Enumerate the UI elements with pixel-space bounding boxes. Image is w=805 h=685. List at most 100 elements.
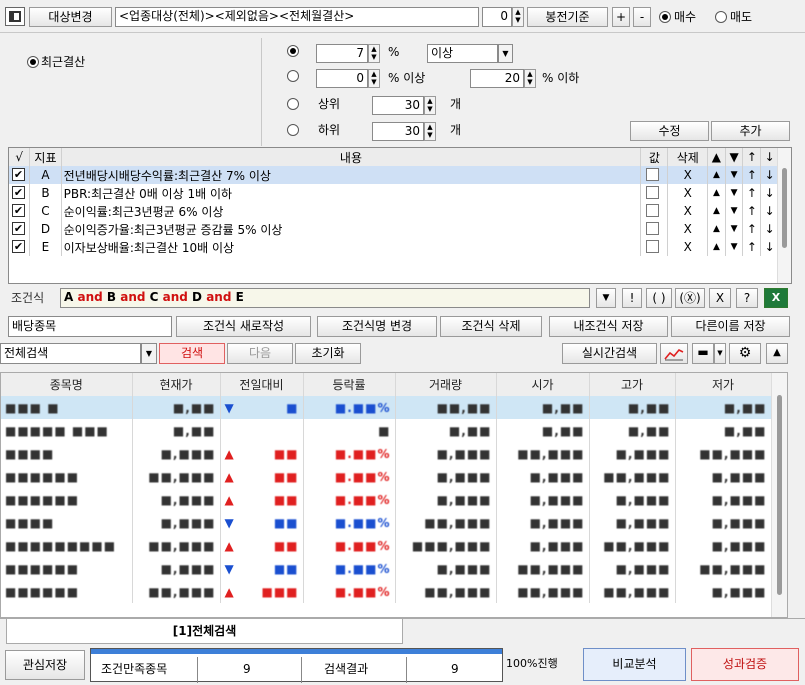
delete-condition-button[interactable]: 조건식 삭제 xyxy=(440,316,542,337)
move-top-icon[interactable]: ↑ xyxy=(742,166,762,184)
condition-checkbox[interactable]: ✔ xyxy=(12,222,25,235)
result-row[interactable]: ■■■■ ■,■■■ ▼ ■■ ■.■■% ■■,■■■ ■,■■■ ■,■■■ ■,■■■ xyxy=(1,511,772,534)
option2-radio[interactable] xyxy=(287,70,299,82)
move-up-icon[interactable]: ▲ xyxy=(707,220,726,238)
result-row[interactable]: ■■■■■■ ■■,■■■ ▲ ■■■ ■.■■% ■■,■■■ ■■,■■■ ■■,■■■ ■… xyxy=(1,580,772,603)
move-up-icon[interactable]: ▲ xyxy=(707,202,726,220)
sell-radio[interactable] xyxy=(715,11,727,23)
save-as-button[interactable]: 다른이름 저장 xyxy=(671,316,790,337)
header-prev-change[interactable]: 전일대비 xyxy=(220,373,304,396)
count-spinner[interactable]: ▲ ▼ xyxy=(512,7,524,27)
header-high[interactable]: 고가 xyxy=(589,373,676,396)
result-row[interactable]: ■■■■ ■,■■■ ▲ ■■ ■.■■% ■,■■■ ■■,■■■ ■,■■■ ■■,■■■ xyxy=(1,442,772,465)
save-condition-button[interactable]: 내조건식 저장 xyxy=(549,316,668,337)
list-menu-icon[interactable]: ▬ xyxy=(692,343,714,364)
value1-spinner[interactable]: ▲ ▼ xyxy=(368,44,380,63)
condition-row[interactable]: ✔ B PBR:최근결산 0배 이상 1배 이하 X ▲ ▼ ↑ ↓ xyxy=(9,184,779,202)
condition-row[interactable]: ✔ A 전년배당시배당수익률:최근결산 7% 이상 X ▲ ▼ ↑ ↓ xyxy=(9,166,779,184)
value2-from-input[interactable]: 0 xyxy=(316,69,368,88)
minus-button[interactable]: - xyxy=(633,7,651,27)
move-top-icon[interactable]: ↑ xyxy=(742,220,762,238)
recent-settlement-radio[interactable] xyxy=(27,56,39,68)
chevron-down-icon[interactable]: ▼ xyxy=(141,343,157,364)
result-row[interactable]: ■■■■■■ ■■,■■■ ▲ ■■ ■.■■% ■,■■■ ■,■■■ ■■,■■■ ■,■■… xyxy=(1,465,772,488)
value1-input[interactable]: 7 xyxy=(316,44,368,63)
header-open[interactable]: 시가 xyxy=(496,373,590,396)
rename-condition-button[interactable]: 조건식명 변경 xyxy=(317,316,437,337)
results-scrollbar[interactable] xyxy=(771,373,787,617)
header-price[interactable]: 현재가 xyxy=(132,373,221,396)
condition-row[interactable]: ✔ C 순이익률:최근3년평균 6% 이상 X ▲ ▼ ↑ ↓ xyxy=(9,202,779,220)
result-row[interactable]: ■■■■■■■■■ ■■,■■■ ▲ ■■ ■.■■% ■■■,■■■ ■,■■■ ■■,■■… xyxy=(1,534,772,557)
paren-button[interactable]: ( ) xyxy=(646,288,672,308)
condition-delete[interactable]: X xyxy=(667,166,709,184)
scope-select[interactable]: 전체검색 xyxy=(0,343,141,364)
option1-radio[interactable] xyxy=(287,45,299,57)
watch-save-button[interactable]: 관심저장 xyxy=(5,650,85,680)
chevron-down-icon[interactable]: ▼ xyxy=(714,343,726,364)
result-row[interactable]: ■■■■■■ ■,■■■ ▼ ■■ ■.■■% ■,■■■ ■■,■■■ ■,■■■ ■■,■■… xyxy=(1,557,772,580)
value-checkbox[interactable] xyxy=(646,168,660,181)
formula-dropdown[interactable]: ▼ xyxy=(596,288,616,308)
x-circle-button[interactable]: (Ⓧ) xyxy=(675,288,705,308)
bongjeon-button[interactable]: 봉전기준 xyxy=(527,7,608,27)
add-button[interactable]: 추가 xyxy=(711,121,790,141)
move-down-icon[interactable]: ▼ xyxy=(725,166,744,184)
buy-radio[interactable] xyxy=(659,11,671,23)
condition-delete[interactable]: X xyxy=(667,184,709,202)
move-up-icon[interactable]: ▲ xyxy=(707,184,726,202)
value-checkbox[interactable] xyxy=(646,186,660,199)
edit-button[interactable]: 수정 xyxy=(630,121,709,141)
target-change-button[interactable]: 대상변경 xyxy=(29,7,112,27)
move-up-icon[interactable]: ▲ xyxy=(707,166,726,184)
gear-icon[interactable]: ⚙ xyxy=(729,343,761,364)
condition-checkbox[interactable]: ✔ xyxy=(12,240,25,253)
move-down-icon[interactable]: ▼ xyxy=(725,202,744,220)
move-bottom-icon[interactable]: ↓ xyxy=(760,202,779,220)
condition-checkbox[interactable]: ✔ xyxy=(12,168,25,181)
move-bottom-icon[interactable]: ↓ xyxy=(760,238,779,256)
tab-all-search[interactable]: [1]전체검색 xyxy=(6,619,403,644)
move-top-icon[interactable]: ↑ xyxy=(742,202,762,220)
chevron-down-icon[interactable]: ▼ xyxy=(498,44,513,63)
top-value-input[interactable]: 30 xyxy=(372,96,424,115)
move-top-icon[interactable]: ↑ xyxy=(742,184,762,202)
compare-select[interactable]: 이상 xyxy=(427,44,498,63)
value2-to-spinner[interactable]: ▲ ▼ xyxy=(524,69,536,88)
panel-icon[interactable] xyxy=(5,7,25,26)
move-top-icon[interactable]: ↑ xyxy=(742,238,762,256)
help-button[interactable]: ? xyxy=(736,288,758,308)
header-rate[interactable]: 등락률 xyxy=(303,373,396,396)
result-row[interactable]: ■■■ ■ ■,■■ ▼ ■ ■.■■% ■■,■■ ■,■■ ■,■■ ■,■■ xyxy=(1,396,772,419)
condition-delete[interactable]: X xyxy=(667,202,709,220)
move-bottom-icon[interactable]: ↓ xyxy=(760,220,779,238)
x-button[interactable]: X xyxy=(709,288,731,308)
move-down-icon[interactable]: ▼ xyxy=(725,238,744,256)
move-down-icon[interactable]: ▼ xyxy=(725,184,744,202)
search-button[interactable]: 검색 xyxy=(159,343,225,364)
new-condition-button[interactable]: 조건식 새로작성 xyxy=(176,316,311,337)
bottom-radio[interactable] xyxy=(287,124,299,136)
bottom-value-input[interactable]: 30 xyxy=(372,122,424,141)
collapse-up-icon[interactable]: ▲ xyxy=(766,343,788,364)
excel-icon[interactable]: X xyxy=(764,288,788,308)
performance-test-button[interactable]: 성과검증 xyxy=(691,648,799,681)
conditions-scrollbar[interactable] xyxy=(777,148,791,283)
condition-row[interactable]: ✔ E 이자보상배율:최근결산 10배 이상 X ▲ ▼ ↑ ↓ xyxy=(9,238,779,256)
plus-button[interactable]: + xyxy=(612,7,630,27)
value-checkbox[interactable] xyxy=(646,204,660,217)
header-name[interactable]: 종목명 xyxy=(1,373,133,396)
condition-name-input[interactable]: 배당종목 xyxy=(8,316,172,337)
value2-from-spinner[interactable]: ▲ ▼ xyxy=(368,69,380,88)
next-button[interactable]: 다음 xyxy=(227,343,293,364)
top-value-spinner[interactable]: ▲ ▼ xyxy=(424,96,436,115)
condition-checkbox[interactable]: ✔ xyxy=(12,204,25,217)
value2-to-input[interactable]: 20 xyxy=(470,69,524,88)
condition-checkbox[interactable]: ✔ xyxy=(12,186,25,199)
condition-delete[interactable]: X xyxy=(667,220,709,238)
formula-input[interactable]: A and B and C and D and E xyxy=(60,288,590,308)
chart-icon[interactable] xyxy=(660,343,688,364)
move-down-icon[interactable]: ▼ xyxy=(725,220,744,238)
reset-button[interactable]: 초기화 xyxy=(295,343,361,364)
move-up-icon[interactable]: ▲ xyxy=(707,238,726,256)
